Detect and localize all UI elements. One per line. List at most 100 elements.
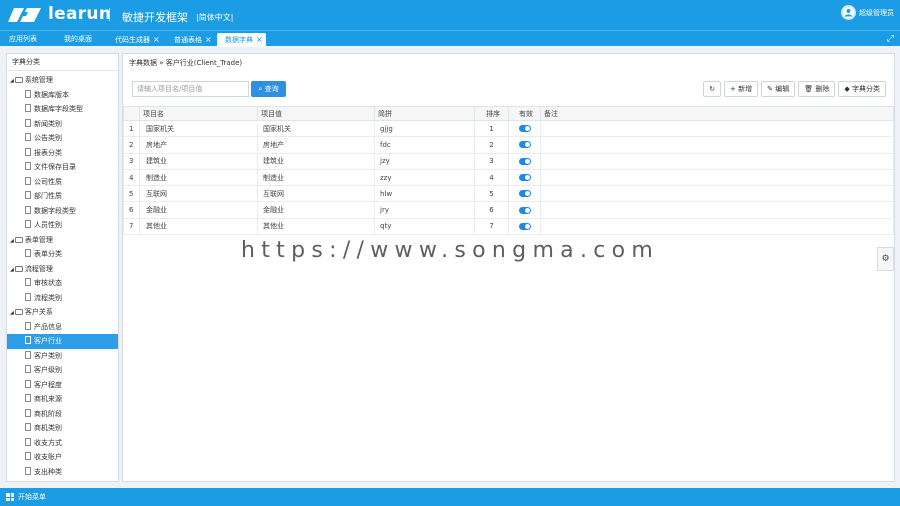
user-menu[interactable]: 超级管理员 [841,5,894,20]
add-button[interactable]: + 新增 [724,81,759,97]
tree-item[interactable]: 产品信息 [7,320,118,335]
table-row[interactable]: 2 房地产 房地产 fdc 2 [123,136,894,154]
tree-item[interactable]: 数据字段类型 [7,204,118,219]
tab-app-list[interactable]: 应用列表 [0,33,50,47]
tree-item[interactable]: 收支账户 [7,450,118,465]
windows-start-icon[interactable] [6,493,14,501]
table-row[interactable]: 4 制造业 制造业 zzy 4 [123,168,894,187]
cell-no: 2 [123,136,140,154]
delete-button[interactable]: 🗑 删除 [798,81,836,97]
trash-icon: 🗑 [804,85,814,93]
tree-item[interactable]: 商机来源 [7,392,118,407]
expand-arrow-icon[interactable]: ◢ [10,238,14,244]
tree-item[interactable]: 支出种类 [7,465,118,480]
table-row[interactable]: 6 金融业 金融业 jry 6 [123,201,894,219]
tree-item[interactable]: 文件保存目录 [7,160,118,175]
column-header[interactable]: 项目名 [139,106,258,121]
expand-arrow-icon[interactable]: ◢ [10,267,14,273]
table-row[interactable]: 1 国家机关 国家机关 gjjg 1 [123,119,894,138]
tree-item[interactable]: 流程类别 [7,291,118,306]
cell-name: 互联网 [139,185,258,203]
panel-title: 字典分类 [7,54,118,71]
tree-item[interactable]: 公司性质 [7,175,118,190]
cell-name: 建筑业 [139,152,258,170]
expand-arrow-icon[interactable]: ◢ [10,310,14,316]
tree-item[interactable]: 收支方式 [7,436,118,451]
search-input[interactable]: 请输入项目名/项目值 [132,81,249,97]
close-icon[interactable]: × [153,35,160,44]
tree-item[interactable]: 表单分类 [7,247,118,262]
tab-data-dictionary[interactable]: 数据字典 × [217,33,266,47]
tree-item[interactable]: 商机类别 [7,421,118,436]
tree-group[interactable]: ◢ 系统管理 [7,73,118,88]
document-icon [25,292,31,301]
tree-item[interactable]: 数据库字段类型 [7,102,118,117]
valid-toggle[interactable] [518,190,531,198]
edit-button[interactable]: ✎ 编辑 [761,81,796,97]
table-row[interactable]: 7 其他业 其他业 qty 7 [123,217,894,236]
valid-toggle[interactable] [518,174,531,182]
tab-label: 普通表格 [174,36,202,44]
cell-py: qty [374,217,475,236]
column-header[interactable] [123,106,140,121]
tree-item[interactable]: 人员性别 [7,218,118,233]
language-indicator[interactable]: |简体中文| [196,12,233,23]
close-icon[interactable]: × [256,35,263,44]
refresh-button[interactable]: ↻ [703,81,722,97]
table-row[interactable]: 5 互联网 互联网 hlw 5 [123,185,894,203]
document-icon [25,205,31,214]
settings-gear-icon[interactable]: ⚙ [877,247,894,271]
tab-code-generator[interactable]: 代码生成器 × [106,33,164,47]
tree-item[interactable]: 新闻类别 [7,117,118,132]
valid-toggle[interactable] [518,206,531,214]
start-menu-label[interactable]: 开始菜单 [18,493,46,501]
tree-item[interactable]: 客户行业 [7,334,118,349]
category-button[interactable]: ◆ 字典分类 [838,81,886,97]
cell-valid [508,168,541,187]
table-row[interactable]: 3 建筑业 建筑业 jzy 3 [123,152,894,170]
cell-name: 制造业 [139,168,258,187]
cell-py: hlw [374,185,475,203]
valid-toggle[interactable] [518,222,531,230]
column-header[interactable]: 简拼 [374,106,475,121]
tab-my-desktop[interactable]: 我的桌面 [55,33,105,47]
document-icon [25,162,31,170]
tree-group[interactable]: ◢ 客户关系 [7,305,118,320]
cell-note [540,152,894,170]
cell-value: 金融业 [257,201,375,219]
column-header[interactable]: 备注 [540,106,894,121]
tree-item[interactable]: 审核状态 [7,276,118,291]
column-header[interactable]: 有效 [508,106,541,121]
query-button[interactable]: ⌕ 查询 [251,81,286,97]
tree-group[interactable]: ◢ 表单管理 [7,233,118,248]
close-icon[interactable]: × [205,35,212,44]
valid-toggle[interactable] [518,157,531,165]
cell-valid [508,152,541,170]
tree-item[interactable]: 客户类别 [7,349,118,364]
cell-value: 建筑业 [257,152,375,170]
fullscreen-icon[interactable]: ⤢ [887,34,894,44]
brand-name: learun [48,4,112,24]
column-header[interactable]: 项目值 [257,106,375,121]
tree-item[interactable]: 公告类别 [7,131,118,146]
tree-group[interactable]: ◢ 流程管理 [7,262,118,277]
cell-name: 国家机关 [139,119,258,138]
cell-note [540,217,894,236]
tab-normal-table[interactable]: 普通表格 × [165,33,217,47]
tree-label: 新闻类别 [34,119,62,128]
tree-item[interactable]: 客户级别 [7,363,118,378]
valid-toggle[interactable] [518,125,531,133]
valid-toggle[interactable] [518,141,531,149]
tree-item[interactable]: 商机阶段 [7,407,118,422]
tree-item[interactable]: 部门性质 [7,189,118,204]
expand-arrow-icon[interactable]: ◢ [10,78,14,84]
cell-py: jzy [374,152,475,170]
tree-item[interactable]: 客户程度 [7,378,118,393]
edit-label: 编辑 [775,85,790,93]
tree-item[interactable]: 数据库版本 [7,88,118,103]
column-header[interactable]: 排序 [474,106,509,121]
document-icon [25,365,31,373]
category-tree: ◢ 系统管理 数据库版本 数据库字段类型新闻类别公告类别 报表分类 文件保存目录 公司性质部… [7,71,118,479]
tree-label: 商机阶段 [34,409,62,418]
tree-item[interactable]: 报表分类 [7,146,118,161]
